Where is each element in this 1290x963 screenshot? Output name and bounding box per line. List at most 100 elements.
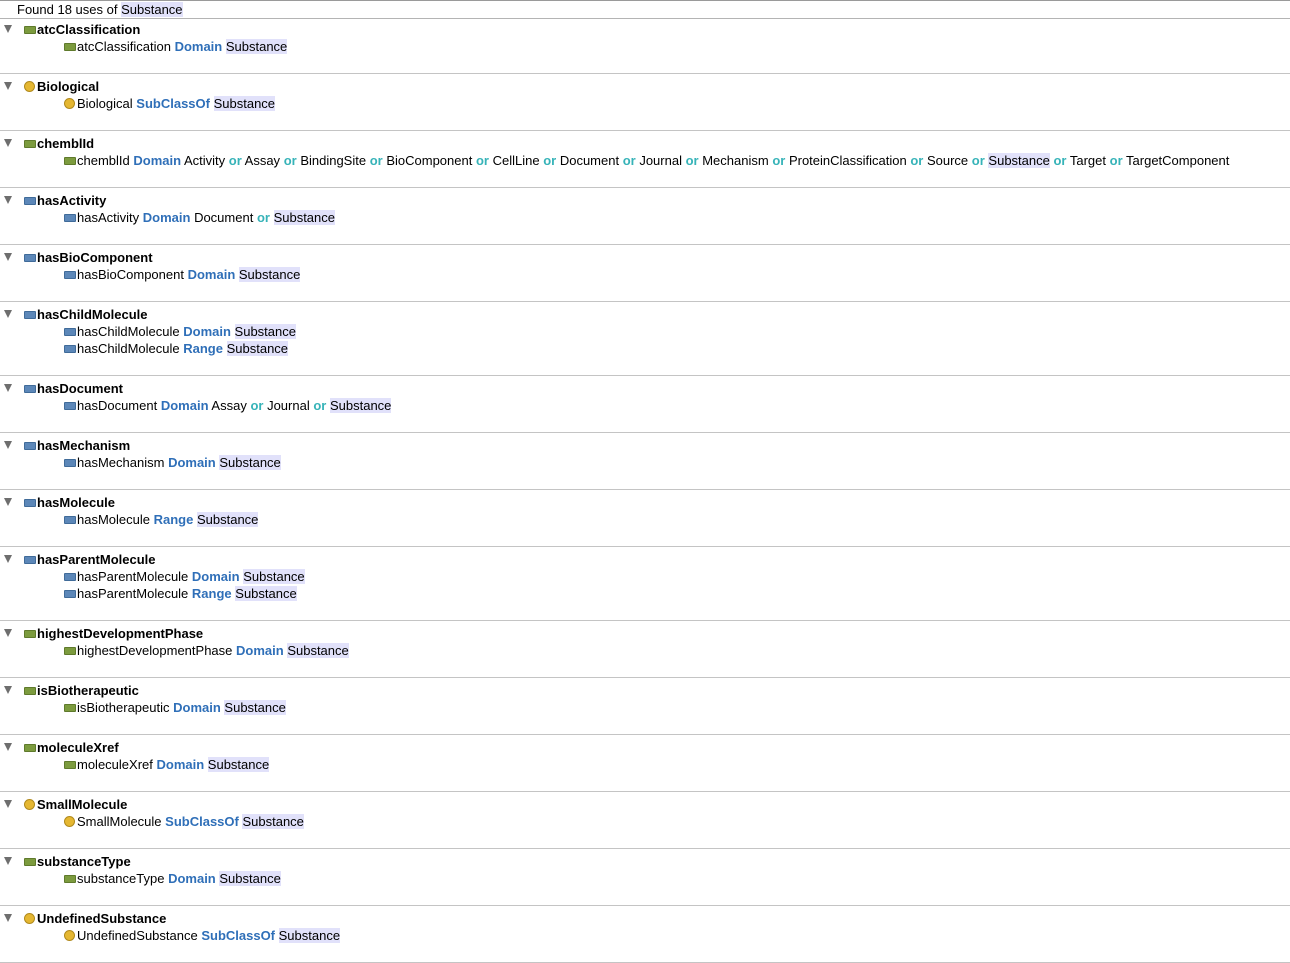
entity-name[interactable]: SmallMolecule	[77, 814, 162, 829]
class-icon	[64, 816, 75, 827]
highlighted-entity[interactable]: Substance	[242, 814, 304, 829]
usage-group: UndefinedSubstance UndefinedSubstance Sub…	[0, 909, 1290, 963]
highlighted-entity[interactable]: Substance	[273, 210, 335, 225]
entity-name[interactable]: BindingSite	[300, 153, 366, 168]
entity-name[interactable]: isBiotherapeutic	[77, 700, 170, 715]
axiom-keyword: Domain	[168, 871, 216, 886]
axiom-text: highestDevelopmentPhase Domain Substance	[77, 642, 349, 659]
expand-triangle-icon[interactable]	[4, 498, 12, 506]
expand-triangle-icon[interactable]	[4, 857, 12, 865]
entity-name[interactable]: Assay	[245, 153, 280, 168]
axiom-keyword: Domain	[174, 39, 223, 54]
entity-name[interactable]: Biological	[77, 96, 133, 111]
highlighted-entity[interactable]: Substance	[287, 643, 349, 658]
expand-triangle-icon[interactable]	[4, 196, 12, 204]
or-keyword: or	[685, 153, 699, 168]
object-property-icon	[64, 214, 76, 222]
expand-triangle-icon[interactable]	[4, 800, 12, 808]
entity-name[interactable]: Document	[560, 153, 619, 168]
group-title: hasBioComponent	[37, 250, 153, 265]
highlighted-entity[interactable]: Substance	[219, 871, 281, 886]
axiom-keyword: Range	[191, 586, 232, 601]
entity-name[interactable]: Mechanism	[702, 153, 768, 168]
expand-triangle-icon[interactable]	[4, 914, 12, 922]
entity-name[interactable]: substanceType	[77, 871, 164, 886]
expand-triangle-icon[interactable]	[4, 441, 12, 449]
highlighted-entity[interactable]: Substance	[278, 928, 341, 943]
axiom-keyword: Domain	[187, 267, 236, 282]
axiom-text: hasParentMolecule Range Substance	[77, 585, 297, 602]
highlighted-entity[interactable]: Substance	[235, 586, 297, 601]
expand-triangle-icon[interactable]	[4, 384, 12, 392]
results-count-text: Found 18 uses of	[17, 2, 118, 17]
highlighted-entity[interactable]: Substance	[207, 757, 270, 772]
data-property-icon	[64, 157, 76, 165]
expand-triangle-icon[interactable]	[4, 25, 12, 33]
entity-name[interactable]: hasChildMolecule	[77, 341, 180, 356]
group-title: Biological	[37, 79, 100, 94]
axiom-text: hasActivity Domain Document or Substance	[77, 209, 335, 226]
entity-name[interactable]: hasMechanism	[77, 455, 164, 470]
axiom-keyword: Domain	[156, 757, 205, 772]
expand-triangle-icon[interactable]	[4, 253, 12, 261]
expand-triangle-icon[interactable]	[4, 686, 12, 694]
expand-triangle-icon[interactable]	[4, 743, 12, 751]
results-summary: Found 18 uses of Substance	[17, 1, 183, 19]
highlighted-entity[interactable]: Substance	[329, 398, 392, 413]
data-property-icon	[64, 647, 76, 655]
highlighted-entity[interactable]: Substance	[219, 455, 281, 470]
axiom-text: hasChildMolecule Range Substance	[77, 340, 289, 357]
entity-name[interactable]: Journal	[267, 398, 310, 413]
expand-triangle-icon[interactable]	[4, 82, 12, 90]
expand-triangle-icon[interactable]	[4, 629, 12, 637]
expand-triangle-icon[interactable]	[4, 555, 12, 563]
highlighted-entity[interactable]: Substance	[224, 700, 286, 715]
entity-name[interactable]: Source	[927, 153, 968, 168]
entity-name[interactable]: Target	[1070, 153, 1106, 168]
axiom-text: SmallMolecule SubClassOf Substance	[77, 813, 304, 830]
object-property-icon	[64, 573, 76, 581]
axiom-keyword: Domain	[142, 210, 191, 225]
or-keyword: or	[475, 153, 489, 168]
expand-triangle-icon[interactable]	[4, 139, 12, 147]
highlighted-entity[interactable]: Substance	[226, 341, 289, 356]
usage-group: hasMechanism hasMechanism Domain Substanc…	[0, 436, 1290, 490]
entity-name[interactable]: atcClassification	[77, 39, 171, 54]
axiom-text: hasMolecule Range Substance	[77, 511, 259, 528]
entity-name[interactable]: hasChildMolecule	[77, 324, 180, 339]
searched-entity[interactable]: Substance	[121, 2, 183, 17]
data-property-icon	[24, 687, 36, 695]
group-title: highestDevelopmentPhase	[37, 626, 204, 641]
entity-name[interactable]: hasBioComponent	[77, 267, 184, 282]
entity-name[interactable]: CellLine	[493, 153, 540, 168]
entity-name[interactable]: hasParentMolecule	[77, 586, 188, 601]
entity-name[interactable]: hasDocument	[77, 398, 157, 413]
entity-name[interactable]: TargetComponent	[1126, 153, 1229, 168]
entity-name[interactable]: BioComponent	[386, 153, 472, 168]
object-property-icon	[64, 459, 76, 467]
highlighted-entity[interactable]: Substance	[238, 267, 301, 282]
entity-name[interactable]: hasActivity	[77, 210, 139, 225]
highlighted-entity[interactable]: Substance	[234, 324, 296, 339]
entity-name[interactable]: Activity	[184, 153, 225, 168]
entity-name[interactable]: ProteinClassification	[789, 153, 907, 168]
highlighted-entity[interactable]: Substance	[213, 96, 276, 111]
entity-name[interactable]: Document	[194, 210, 253, 225]
entity-name[interactable]: moleculeXref	[77, 757, 153, 772]
object-property-icon	[24, 499, 36, 507]
highlighted-entity[interactable]: Substance	[225, 39, 288, 54]
entity-name[interactable]: Assay	[211, 398, 246, 413]
highlighted-entity[interactable]: Substance	[988, 153, 1050, 168]
entity-name[interactable]: chemblId	[77, 153, 130, 168]
highlighted-entity[interactable]: Substance	[196, 512, 259, 527]
expand-triangle-icon[interactable]	[4, 310, 12, 318]
entity-name[interactable]: Journal	[639, 153, 682, 168]
entity-name[interactable]: hasParentMolecule	[77, 569, 188, 584]
usage-group: SmallMolecule SmallMolecule SubClassOf Su…	[0, 795, 1290, 849]
entity-name[interactable]: UndefinedSubstance	[77, 928, 198, 943]
axiom-text: Biological SubClassOf Substance	[77, 95, 276, 112]
entity-name[interactable]: hasMolecule	[77, 512, 150, 527]
highlighted-entity[interactable]: Substance	[243, 569, 305, 584]
results-header: Found 18 uses of Substance	[0, 0, 1290, 19]
entity-name[interactable]: highestDevelopmentPhase	[77, 643, 232, 658]
